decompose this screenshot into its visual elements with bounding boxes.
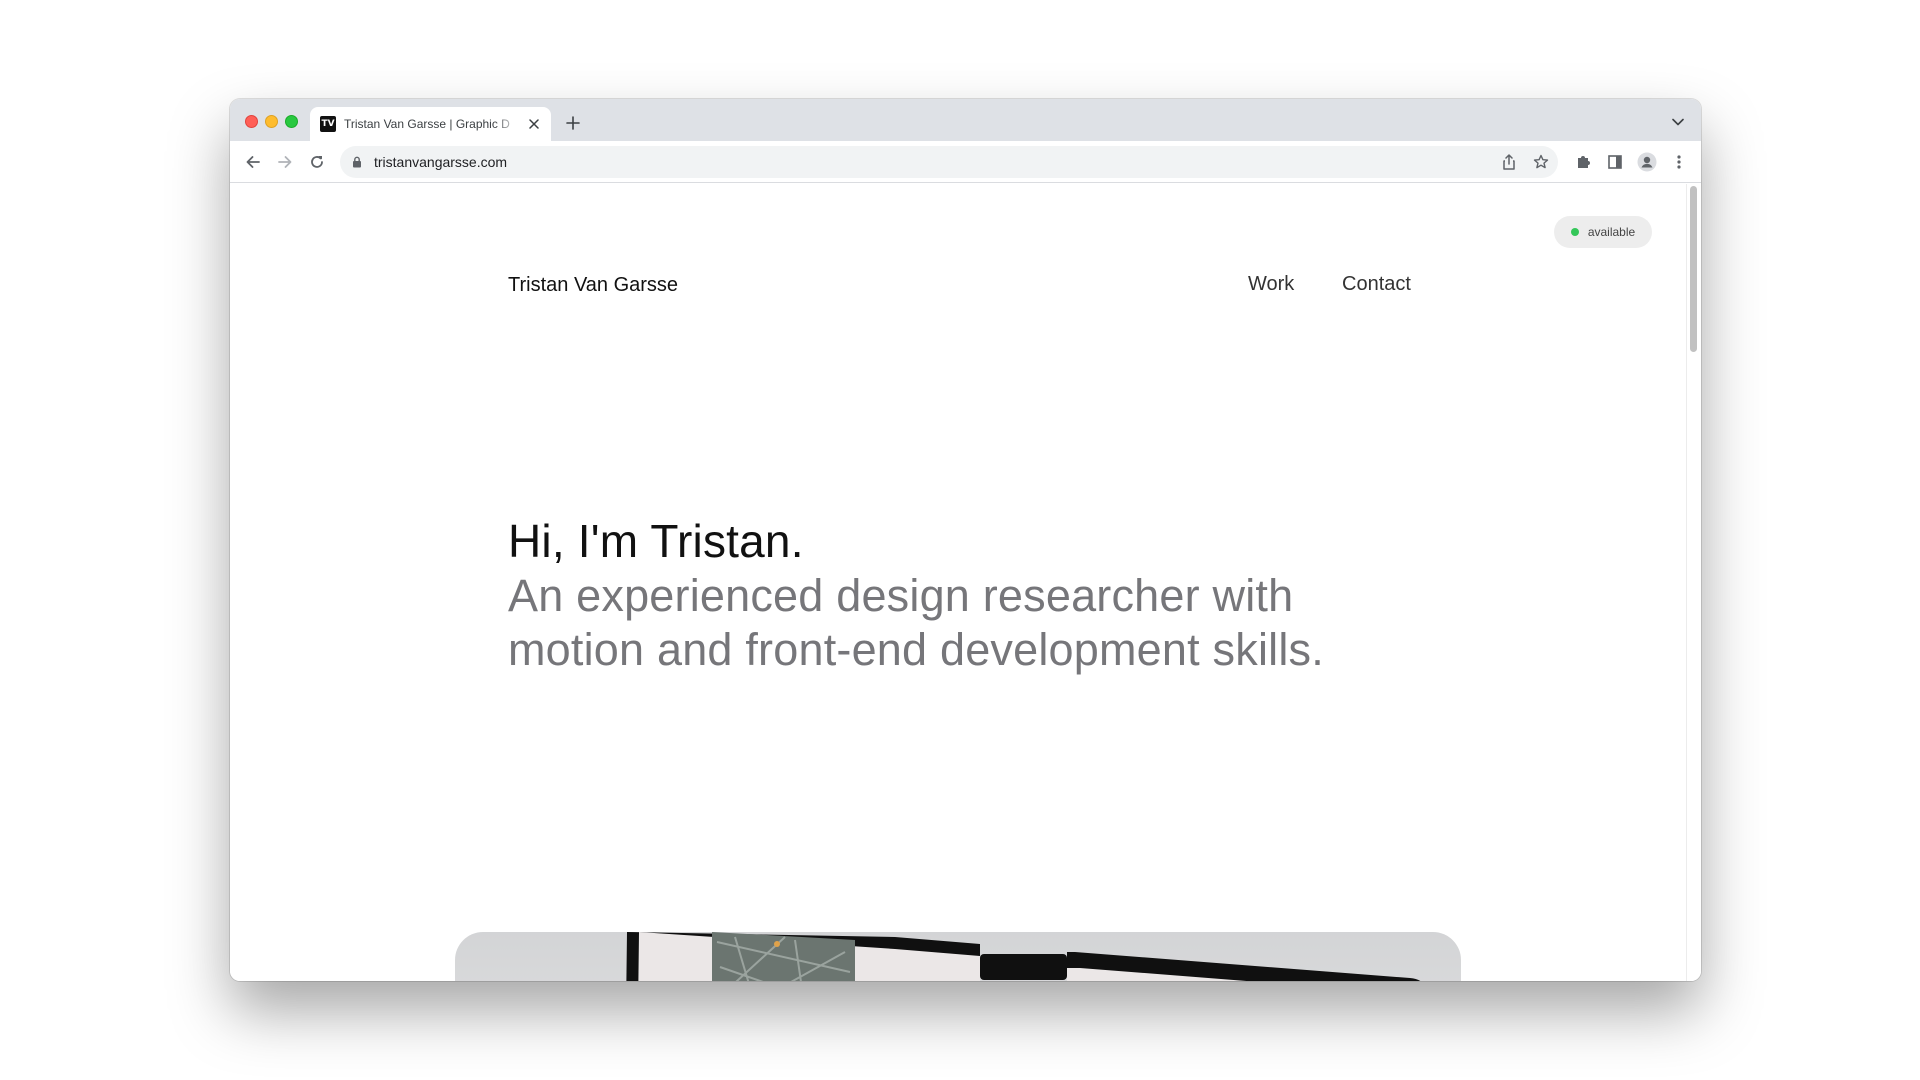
browser-toolbar: tristanvangarsse.com [230, 141, 1701, 183]
nav-link-contact[interactable]: Contact [1342, 273, 1411, 296]
title-bar: TV Tristan Van Garsse | Graphic D [230, 99, 1701, 141]
site-name[interactable]: Tristan Van Garsse [508, 274, 678, 297]
status-badge: available [1554, 216, 1652, 248]
side-panel-icon[interactable] [1605, 152, 1625, 172]
reload-icon[interactable] [307, 152, 327, 172]
maximize-window-button[interactable] [285, 115, 298, 128]
laptop-mockup-image [626, 932, 1421, 981]
back-icon[interactable] [243, 152, 263, 172]
hero-greeting: Hi, I'm Tristan. [508, 515, 804, 567]
close-icon[interactable] [526, 116, 542, 132]
browser-tab[interactable]: TV Tristan Van Garsse | Graphic D [310, 107, 551, 141]
forward-icon[interactable] [275, 152, 295, 172]
hero-subtitle: An experienced design researcher with mo… [508, 570, 1324, 675]
address-bar[interactable]: tristanvangarsse.com [340, 146, 1558, 178]
lock-icon[interactable] [351, 156, 363, 168]
scrollbar-thumb[interactable] [1690, 186, 1697, 352]
profile-icon[interactable] [1637, 152, 1657, 172]
status-dot [1570, 228, 1579, 236]
plus-icon[interactable] [562, 112, 584, 134]
puzzle-icon[interactable] [1573, 152, 1593, 172]
browser-window: TV Tristan Van Garsse | Graphic D trista… [230, 99, 1701, 981]
chevron-down-icon[interactable] [1669, 113, 1687, 131]
url-text[interactable]: tristanvangarsse.com [374, 154, 507, 170]
minimize-window-button[interactable] [265, 115, 278, 128]
star-icon[interactable] [1532, 153, 1550, 171]
nav-link-work[interactable]: Work [1248, 273, 1294, 296]
site-favicon: TV [320, 116, 336, 132]
more-vert-icon[interactable] [1669, 152, 1689, 172]
tab-title: Tristan Van Garsse | Graphic D [344, 117, 510, 131]
project-showcase-image[interactable] [455, 932, 1461, 981]
page-viewport: available Tristan Van Garsse Work Contac… [230, 184, 1701, 981]
status-badge-label: available [1587, 225, 1636, 239]
scrollbar[interactable] [1686, 184, 1701, 981]
share-icon[interactable] [1500, 153, 1518, 171]
close-window-button[interactable] [245, 115, 258, 128]
